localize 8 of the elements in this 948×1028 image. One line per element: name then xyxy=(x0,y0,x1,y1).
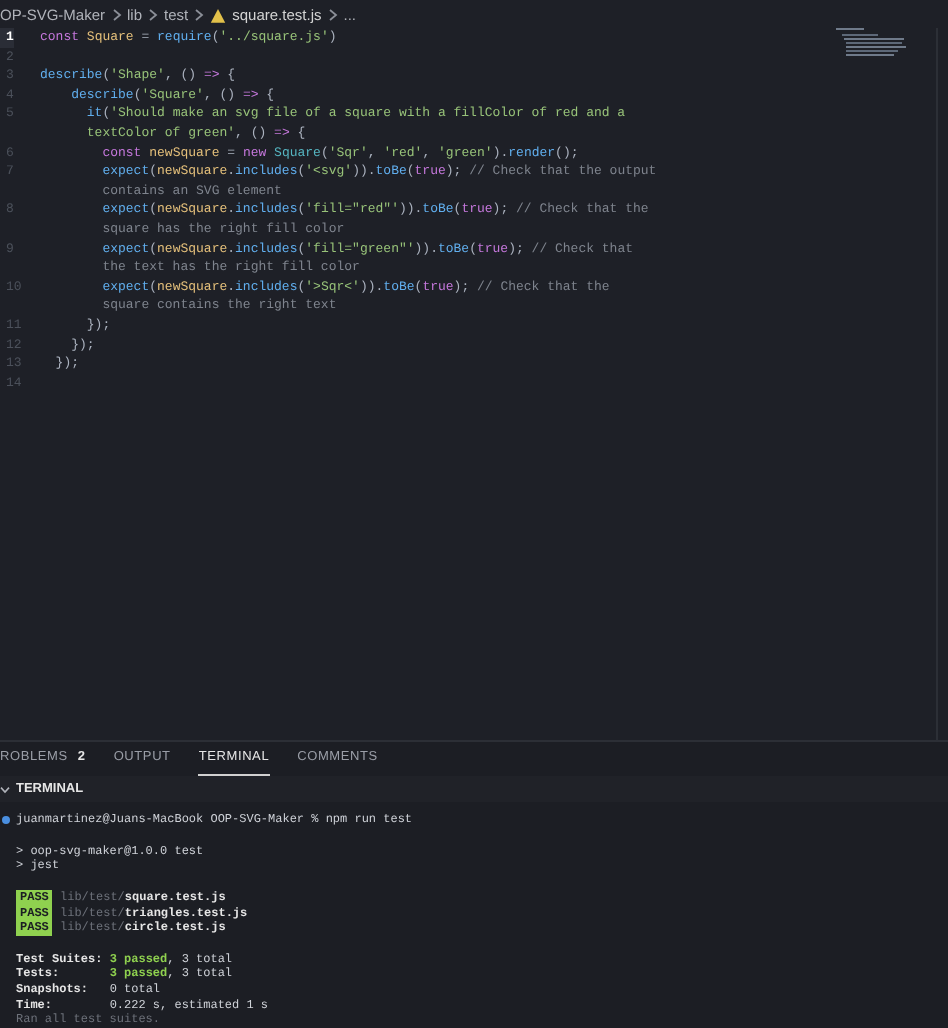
warning-icon xyxy=(210,7,227,23)
chevron-icon xyxy=(194,8,205,22)
chevron-icon xyxy=(327,8,338,22)
chevron-icon xyxy=(111,8,122,22)
chevron-down-icon[interactable] xyxy=(0,785,10,794)
chevron-icon xyxy=(148,8,159,22)
status-dot-icon xyxy=(2,816,10,825)
minimap-drawing xyxy=(836,28,908,60)
